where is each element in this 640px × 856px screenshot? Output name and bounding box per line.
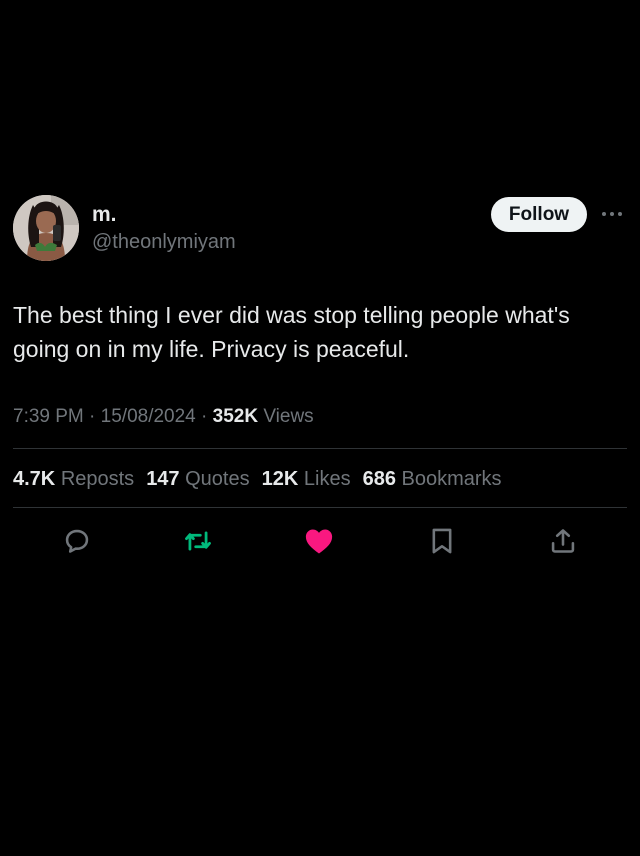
views-count: 352K <box>212 406 259 427</box>
share-button[interactable] <box>548 526 578 556</box>
avatar[interactable] <box>13 195 79 261</box>
divider <box>13 507 627 508</box>
reply-icon <box>65 529 89 553</box>
bookmarks-count: 686 <box>362 468 396 490</box>
repost-button[interactable] <box>183 526 213 556</box>
views-label: Views <box>263 406 314 427</box>
repost-icon <box>185 531 211 551</box>
likes-label: Likes <box>303 468 351 490</box>
bookmark-icon <box>432 528 452 554</box>
share-icon <box>551 529 575 553</box>
bookmarks-label: Bookmarks <box>401 468 502 490</box>
meta-separator: · <box>89 406 101 427</box>
like-button[interactable] <box>304 526 334 556</box>
tweet-meta: 7:39 PM · 15/08/2024 · 352K Views <box>13 404 314 430</box>
reposts-count: 4.7K <box>13 468 56 490</box>
display-name[interactable]: m. <box>92 202 117 228</box>
follow-button[interactable]: Follow <box>491 197 587 232</box>
heart-icon <box>305 529 333 554</box>
engagement-stats: 4.7K Reposts 147 Quotes 12K Likes 686 Bo… <box>13 465 502 493</box>
likes-count: 12K <box>261 468 299 490</box>
tweet-time[interactable]: 7:39 PM <box>13 406 84 427</box>
tweet-text: The best thing I ever did was stop telli… <box>13 302 570 362</box>
quotes-stat[interactable]: 147 Quotes <box>146 465 249 493</box>
reposts-label: Reposts <box>60 468 135 490</box>
quotes-label: Quotes <box>185 468 250 490</box>
bookmarks-stat[interactable]: 686 Bookmarks <box>363 465 502 493</box>
likes-stat[interactable]: 12K Likes <box>262 465 351 493</box>
reposts-stat[interactable]: 4.7K Reposts <box>13 465 134 493</box>
bookmark-button[interactable] <box>427 526 457 556</box>
tweet-detail: m. @theonlymiyam Follow The best thing I… <box>0 0 640 856</box>
user-handle[interactable]: @theonlymiyam <box>92 229 236 255</box>
reply-button[interactable] <box>62 526 92 556</box>
divider <box>13 448 627 449</box>
quotes-count: 147 <box>146 468 180 490</box>
more-options-icon[interactable] <box>600 205 624 223</box>
tweet-date[interactable]: 15/08/2024 <box>101 406 196 427</box>
meta-separator: · <box>201 406 213 427</box>
